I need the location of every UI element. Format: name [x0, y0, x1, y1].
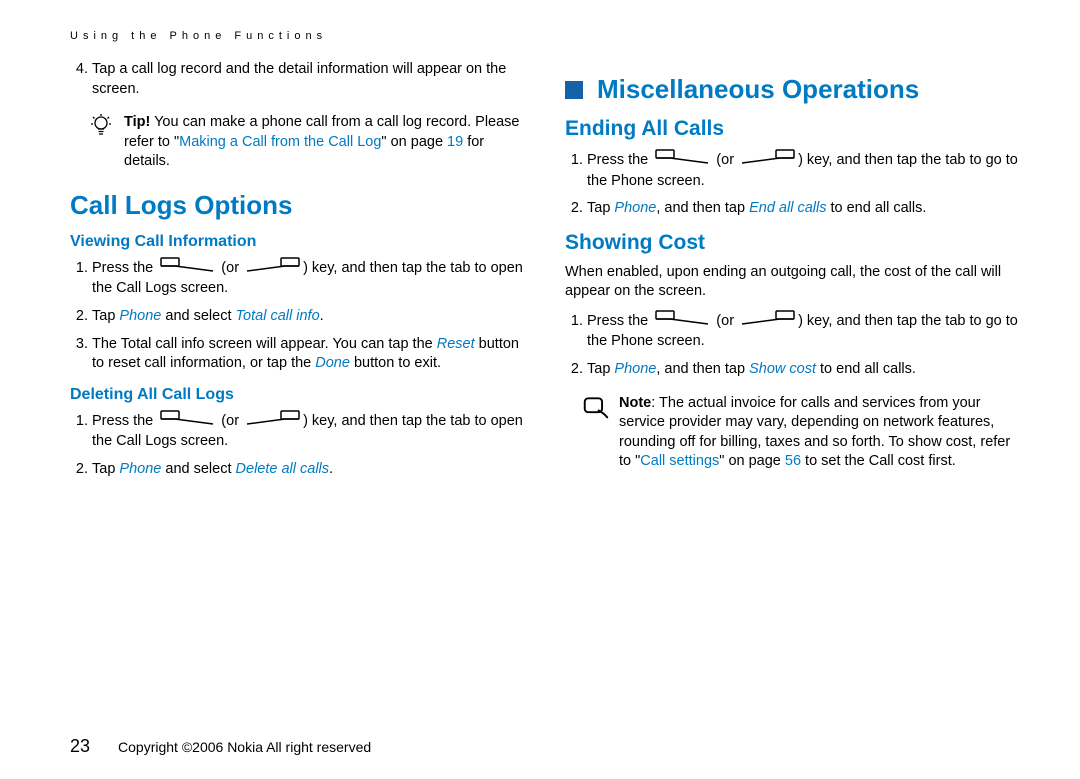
subheading-viewing-call-info: Viewing Call Information [70, 233, 530, 251]
step-text: . [329, 461, 333, 477]
list-item: Tap Phone and select Total call info. [92, 307, 530, 327]
list-item: Press the (or ) key, and then tap the ta… [587, 310, 1025, 352]
step-text: Press the [587, 313, 652, 329]
step-text: to end all calls. [816, 361, 916, 377]
cost-steps: Press the (or ) key, and then tap the ta… [565, 310, 1025, 380]
step-text: . [320, 308, 324, 324]
step-text: Tap [92, 461, 119, 477]
left-column: Tap a call log record and the detail inf… [70, 60, 530, 710]
step-text: button to exit. [350, 355, 441, 371]
softkey-left-icon [160, 410, 214, 433]
note-page-link[interactable]: 56 [785, 453, 801, 469]
right-column: Miscellaneous Operations Ending All Call… [565, 60, 1025, 710]
ui-total-call-info: Total call info [236, 308, 320, 324]
ui-delete-all-calls: Delete all calls [236, 461, 330, 477]
subheading-deleting-all-call-logs: Deleting All Call Logs [70, 386, 530, 404]
note-label: Note [619, 395, 651, 411]
list-item: The Total call info screen will appear. … [92, 335, 530, 374]
list-item: Press the (or ) key, and then tap the ta… [92, 410, 530, 452]
continued-list: Tap a call log record and the detail inf… [70, 60, 530, 99]
softkey-right-icon [246, 257, 300, 280]
ui-reset: Reset [437, 336, 475, 352]
lightbulb-icon [88, 113, 114, 139]
note-link[interactable]: Call settings [640, 453, 719, 469]
ui-end-all-calls: End all calls [749, 200, 826, 216]
note-box: Note: The actual invoice for calls and s… [565, 394, 1025, 472]
cost-intro: When enabled, upon ending an outgoing ca… [565, 263, 1025, 302]
viewing-steps: Press the (or ) key, and then tap the ta… [70, 257, 530, 374]
tip-link[interactable]: Making a Call from the Call Log [179, 134, 381, 150]
note-text-b: " on page [719, 453, 785, 469]
step-text: (or [217, 413, 243, 429]
step-text: (or [712, 152, 738, 168]
content-columns: Tap a call log record and the detail inf… [70, 60, 1025, 710]
step-text: to end all calls. [826, 200, 926, 216]
step-text: Tap [92, 308, 119, 324]
subheading-showing-cost: Showing Cost [565, 231, 1025, 255]
running-header: Using the Phone Functions [70, 30, 1025, 42]
note-text: Note: The actual invoice for calls and s… [619, 394, 1025, 472]
step-text: Tap [587, 200, 614, 216]
tip-box: Tip! You can make a phone call from a ca… [70, 113, 530, 172]
step-text: Press the [92, 413, 157, 429]
section-bullet-icon [565, 81, 583, 99]
ui-phone: Phone [119, 461, 161, 477]
list-item: Tap a call log record and the detail inf… [92, 60, 530, 99]
softkey-right-icon [741, 149, 795, 172]
tip-label: Tip! [124, 114, 150, 130]
step-text: , and then tap [656, 361, 749, 377]
list-item: Tap Phone and select Delete all calls. [92, 460, 530, 480]
note-icon [583, 394, 609, 420]
tip-text-b: " on page [381, 134, 447, 150]
ui-phone: Phone [614, 361, 656, 377]
softkey-right-icon [246, 410, 300, 433]
tip-page-link[interactable]: 19 [447, 134, 463, 150]
step-text: Press the [92, 260, 157, 276]
step-text: The Total call info screen will appear. … [92, 336, 437, 352]
ui-phone: Phone [614, 200, 656, 216]
page-footer: 23 Copyright ©2006 Nokia All right reser… [70, 710, 1025, 779]
ending-steps: Press the (or ) key, and then tap the ta… [565, 149, 1025, 219]
list-item: Press the (or ) key, and then tap the ta… [92, 257, 530, 299]
page-number: 23 [70, 736, 90, 757]
deleting-steps: Press the (or ) key, and then tap the ta… [70, 410, 530, 480]
list-item: Tap Phone, and then tap Show cost to end… [587, 360, 1025, 380]
step-text: and select [161, 461, 235, 477]
section-heading-misc-operations: Miscellaneous Operations [565, 74, 1025, 105]
ui-show-cost: Show cost [749, 361, 816, 377]
step-text: (or [217, 260, 243, 276]
ui-done: Done [315, 355, 350, 371]
list-item: Press the (or ) key, and then tap the ta… [587, 149, 1025, 191]
softkey-left-icon [655, 310, 709, 333]
copyright-text: Copyright ©2006 Nokia All right reserved [118, 739, 371, 755]
section-heading-text: Miscellaneous Operations [597, 74, 919, 105]
step-text: and select [161, 308, 235, 324]
note-text-c: to set the Call cost first. [801, 453, 956, 469]
list-item: Tap Phone, and then tap End all calls to… [587, 199, 1025, 219]
step-text: , and then tap [656, 200, 749, 216]
ui-phone: Phone [119, 308, 161, 324]
subheading-ending-all-calls: Ending All Calls [565, 117, 1025, 141]
step-text: (or [712, 313, 738, 329]
section-heading-call-logs-options: Call Logs Options [70, 190, 530, 221]
step-text: Press the [587, 152, 652, 168]
softkey-left-icon [655, 149, 709, 172]
step-text: Tap [587, 361, 614, 377]
softkey-left-icon [160, 257, 214, 280]
tip-text: Tip! You can make a phone call from a ca… [124, 113, 530, 172]
softkey-right-icon [741, 310, 795, 333]
